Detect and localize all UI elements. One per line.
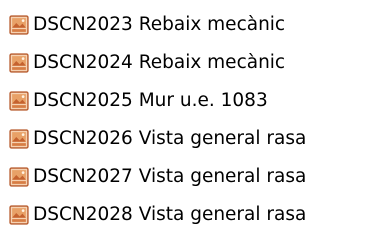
image-file-icon xyxy=(9,91,29,111)
image-file-icon xyxy=(9,15,29,35)
image-file-icon xyxy=(9,167,29,187)
file-name: DSCN2027 Vista general rasa xyxy=(33,165,307,187)
list-item[interactable]: DSCN2026 Vista general rasa xyxy=(8,120,371,158)
list-item[interactable]: DSCN2028 Vista general rasa xyxy=(8,196,371,234)
image-file-icon xyxy=(9,129,29,149)
list-item[interactable]: DSCN2025 Mur u.e. 1083 xyxy=(8,82,371,120)
list-item[interactable]: DSCN2027 Vista general rasa xyxy=(8,158,371,196)
file-name: DSCN2023 Rebaix mecànic xyxy=(33,13,286,35)
file-name: DSCN2025 Mur u.e. 1083 xyxy=(33,89,268,111)
file-list: DSCN2023 Rebaix mecànic DSCN2024 Rebaix … xyxy=(8,6,371,234)
list-item[interactable]: DSCN2024 Rebaix mecànic xyxy=(8,44,371,82)
file-name: DSCN2024 Rebaix mecànic xyxy=(33,51,286,73)
file-name: DSCN2028 Vista general rasa xyxy=(33,203,307,225)
image-file-icon xyxy=(9,205,29,225)
list-item[interactable]: DSCN2023 Rebaix mecànic xyxy=(8,6,371,44)
image-file-icon xyxy=(9,53,29,73)
file-name: DSCN2026 Vista general rasa xyxy=(33,127,307,149)
